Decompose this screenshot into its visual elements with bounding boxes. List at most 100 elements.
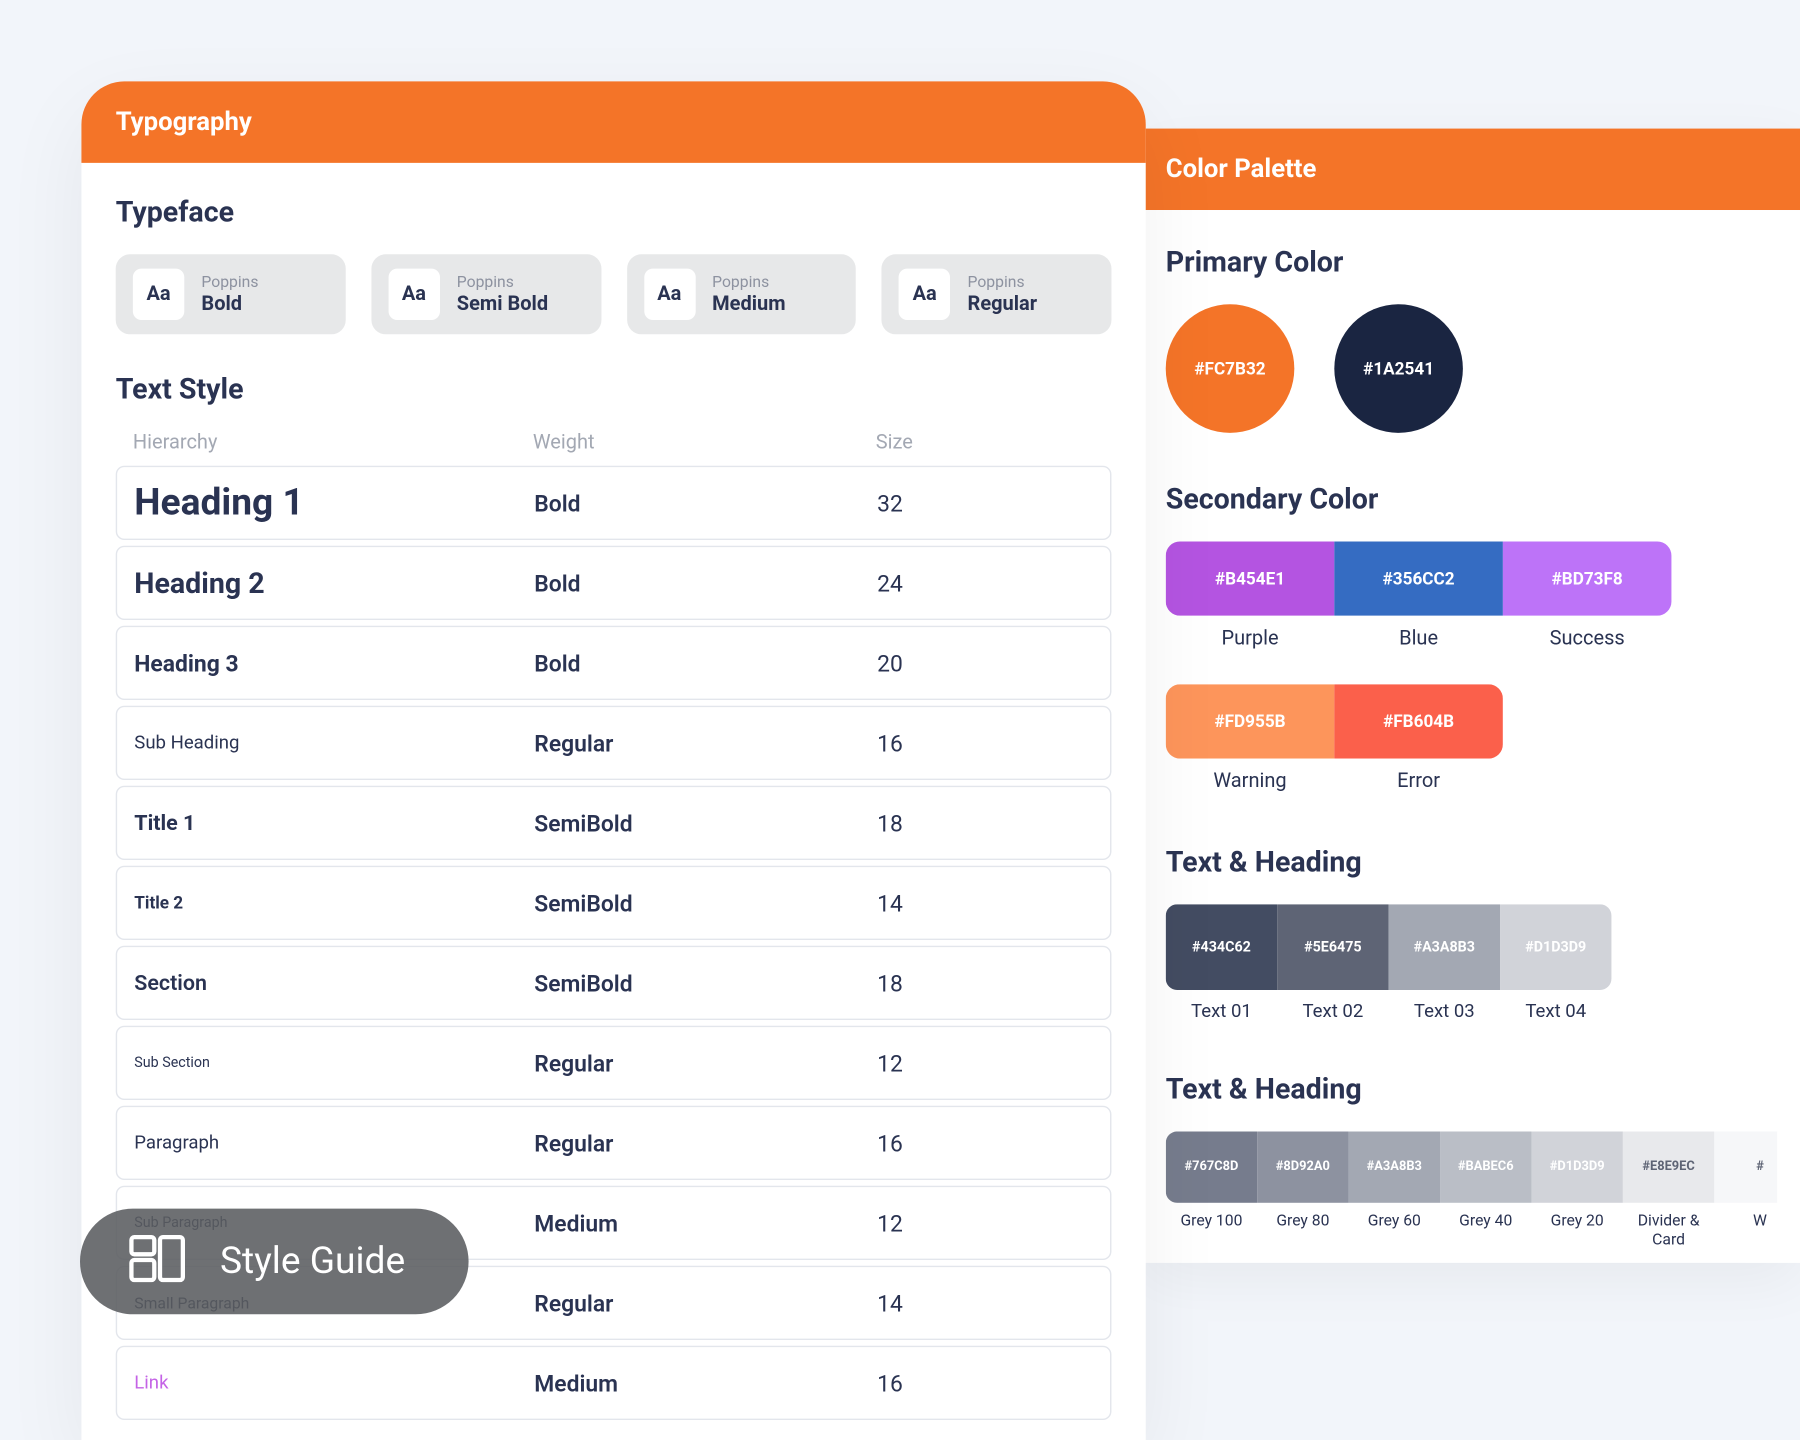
text-style-hierarchy: Section [134,970,534,996]
primary-color-title: Primary Color [1166,244,1777,278]
text-style-weight: SemiBold [534,809,877,836]
grey-swatch: #767C8D [1166,1131,1257,1202]
grey-swatch: #D1D3D9 [1531,1131,1622,1202]
secondary-swatch-label: Success [1503,627,1672,650]
text-style-size: 14 [877,1289,1093,1316]
text-style-hierarchy: Link [134,1372,534,1393]
col-weight: Weight [533,431,876,454]
text-style-row: Heading 1Bold32 [116,466,1112,540]
typeface-badge: Aa [133,269,184,320]
grey-title: Text & Heading [1166,1071,1777,1105]
secondary-swatch-label: Purple [1166,627,1335,650]
secondary-swatch: #B454E1 [1166,541,1335,615]
grey-swatch-label: Grey 60 [1349,1211,1440,1249]
text-style-hierarchy: Paragraph [134,1132,534,1153]
text-style-size: 32 [877,489,1093,516]
text-style-size: 12 [877,1209,1093,1236]
typeface-box: Aa PoppinsMedium [626,254,856,334]
text-style-weight: SemiBold [534,889,877,916]
grey-swatch-label: W [1714,1211,1777,1249]
text-swatch: #A3A8B3 [1389,904,1500,990]
typeface-weight: Regular [968,292,1038,315]
text-style-row: Title 1SemiBold18 [116,786,1112,860]
typeface-weight: Medium [712,292,785,315]
typeface-box: Aa PoppinsBold [116,254,346,334]
text-heading-title: Text & Heading [1166,844,1777,878]
grey-swatch: #E8E9EC [1623,1131,1714,1202]
primary-swatch: #1A2541 [1334,304,1463,433]
typeface-badge: Aa [899,269,950,320]
text-swatch: #5E6475 [1277,904,1388,990]
text-style-weight: Regular [534,1129,877,1156]
text-style-headers: Hierarchy Weight Size [116,431,1112,465]
text-style-weight: Regular [534,729,877,756]
secondary-swatch: #BD73F8 [1503,541,1672,615]
text-swatch-label: Text 04 [1500,1001,1611,1022]
primary-swatch: #FC7B32 [1166,304,1295,433]
text-style-size: 18 [877,969,1093,996]
text-style-weight: SemiBold [534,969,877,996]
secondary-swatch-label: Warning [1166,770,1335,793]
typeface-family: Poppins [201,273,258,292]
text-style-row: LinkMedium16 [116,1346,1112,1420]
color-palette-card-title: Color Palette [1143,129,1800,210]
secondary-swatch-label: Error [1334,770,1503,793]
text-swatch-label: Text 02 [1277,1001,1388,1022]
layout-icon [129,1234,186,1288]
text-style-size: 20 [877,649,1093,676]
typeface-box: Aa PoppinsRegular [882,254,1112,334]
text-swatch: #434C62 [1166,904,1277,990]
text-style-size: 16 [877,1129,1093,1156]
text-style-weight: Regular [534,1289,877,1316]
text-style-size: 16 [877,729,1093,756]
secondary-swatch: #FD955B [1166,684,1335,758]
text-style-weight: Regular [534,1049,877,1076]
typeface-weight: Semi Bold [457,292,548,315]
text-style-hierarchy: Heading 2 [134,566,534,600]
text-style-hierarchy: Sub Section [134,1055,534,1071]
text-style-size: 16 [877,1369,1093,1396]
text-style-section-title: Text Style [116,371,1112,405]
text-style-weight: Bold [534,489,877,516]
grey-swatch-label: Grey 80 [1257,1211,1348,1249]
text-style-size: 24 [877,569,1093,596]
text-style-row: ParagraphRegular16 [116,1106,1112,1180]
text-swatch: #D1D3D9 [1500,904,1611,990]
typeface-family: Poppins [968,273,1038,292]
text-style-row: Title 2SemiBold14 [116,866,1112,940]
text-style-row: Sub SectionRegular12 [116,1026,1112,1100]
text-style-hierarchy: Heading 1 [134,481,534,524]
col-hierarchy: Hierarchy [133,431,533,454]
secondary-color-title: Secondary Color [1166,481,1777,515]
color-palette-card: Color Palette Primary Color #FC7B32 #1A25… [1143,129,1800,1264]
text-style-hierarchy: Title 2 [134,893,534,913]
grey-swatch-label: Grey 40 [1440,1211,1531,1249]
style-guide-label: Style Guide [220,1240,405,1283]
secondary-swatch: #FB604B [1334,684,1503,758]
grey-swatch: #8D92A0 [1257,1131,1348,1202]
text-style-row: Sub HeadingRegular16 [116,706,1112,780]
typeface-badge: Aa [388,269,439,320]
grey-swatch: #A3A8B3 [1349,1131,1440,1202]
typeface-family: Poppins [457,273,548,292]
grey-swatch-label: Divider & Card [1623,1211,1714,1249]
text-style-weight: Bold [534,649,877,676]
typeface-badge: Aa [644,269,695,320]
text-style-size: 14 [877,889,1093,916]
typeface-family: Poppins [712,273,785,292]
typeface-weight: Bold [201,292,258,315]
text-swatch-label: Text 03 [1389,1001,1500,1022]
typography-card-title: Typography [81,81,1145,162]
text-style-row: SectionSemiBold18 [116,946,1112,1020]
text-style-size: 12 [877,1049,1093,1076]
text-style-weight: Medium [534,1209,877,1236]
text-style-hierarchy: Heading 3 [134,649,534,676]
text-style-hierarchy: Title 1 [134,810,534,836]
grey-swatch: #BABEC6 [1440,1131,1531,1202]
text-style-row: Heading 2Bold24 [116,546,1112,620]
style-guide-badge: Style Guide [80,1209,468,1315]
text-swatch-label: Text 01 [1166,1001,1277,1022]
grey-swatch-label: Grey 20 [1531,1211,1622,1249]
secondary-swatch-label: Blue [1334,627,1503,650]
text-style-hierarchy: Sub Heading [134,732,534,753]
